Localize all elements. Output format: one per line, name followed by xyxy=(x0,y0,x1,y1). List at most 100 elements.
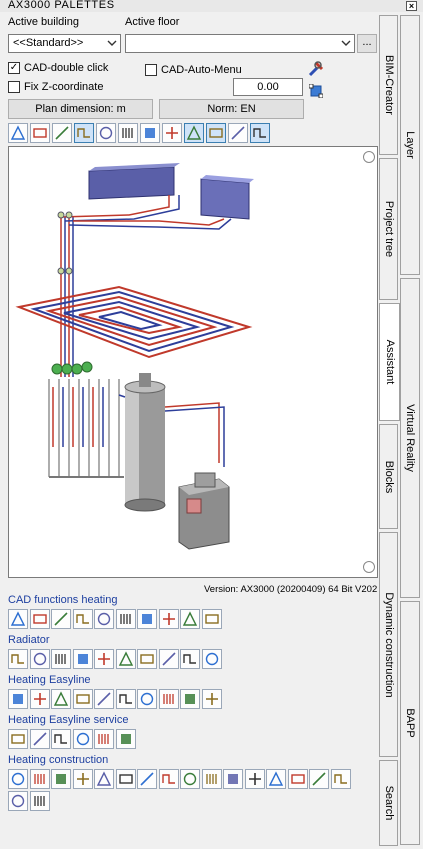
construction-delete-icon[interactable] xyxy=(51,769,71,789)
cut-icon[interactable] xyxy=(158,609,179,629)
tab-project-tree[interactable]: Project tree xyxy=(379,158,398,300)
radiator-v-icon[interactable] xyxy=(29,649,50,669)
frame-icon[interactable] xyxy=(308,83,324,99)
tab-bapp[interactable]: BAPP xyxy=(400,601,420,845)
building-icon[interactable] xyxy=(8,123,28,143)
floor-select[interactable] xyxy=(125,34,355,53)
angle-icon[interactable] xyxy=(115,609,136,629)
easyline-manifold-icon[interactable] xyxy=(158,689,179,709)
easyline-red-dots-icon[interactable] xyxy=(137,689,157,709)
plan-dimension-button[interactable]: Plan dimension: m xyxy=(8,99,153,119)
bend-icon[interactable] xyxy=(72,609,93,629)
tab-blocks[interactable]: Blocks xyxy=(379,424,398,529)
floor-more-button[interactable]: ... xyxy=(357,34,377,53)
service-chart-icon[interactable] xyxy=(94,729,114,749)
construction-table-icon[interactable] xyxy=(223,769,243,789)
connector-icon[interactable] xyxy=(137,609,157,629)
construction-bracket-icon[interactable] xyxy=(72,769,93,789)
cad-auto-menu-checkbox[interactable]: CAD-Auto-Menu xyxy=(145,63,242,77)
fix-z-checkbox[interactable]: Fix Z-coordinate xyxy=(8,80,103,94)
service-manifold-icon[interactable] xyxy=(8,729,28,749)
construction-elbow-icon[interactable] xyxy=(309,769,329,789)
service-square-icon[interactable] xyxy=(51,729,71,749)
close-button[interactable]: × xyxy=(406,1,417,11)
section-title: Heating Easyline xyxy=(8,674,91,686)
construction-circle-icon[interactable] xyxy=(158,769,179,789)
easyline-remove-icon[interactable] xyxy=(180,689,200,709)
easyline-search-icon[interactable] xyxy=(201,689,222,709)
construction-cross-icon[interactable] xyxy=(29,791,50,811)
radiator-panel-icon[interactable] xyxy=(201,649,222,669)
swap-icon[interactable] xyxy=(250,123,270,143)
construction-link-icon[interactable] xyxy=(201,769,222,789)
easyline-delete-icon[interactable] xyxy=(72,689,93,709)
easyline-grid-icon[interactable] xyxy=(51,689,71,709)
service-thermo-icon[interactable] xyxy=(29,729,50,749)
measure-icon[interactable] xyxy=(180,609,200,629)
checkbox-box xyxy=(145,64,157,76)
tab-bim-creator[interactable]: BIM-Creator xyxy=(379,15,398,155)
norm-button[interactable]: Norm: EN xyxy=(159,99,304,119)
scroll-up-icon[interactable] xyxy=(363,151,375,163)
curve-icon[interactable] xyxy=(94,609,114,629)
radiator-edit-icon[interactable] xyxy=(72,649,93,669)
filter-icon[interactable] xyxy=(162,123,182,143)
wall-icon[interactable] xyxy=(118,123,138,143)
construction-pipe-icon[interactable] xyxy=(29,769,50,789)
clock-icon[interactable] xyxy=(184,123,204,143)
easyline-valve-icon[interactable] xyxy=(29,689,50,709)
easyline-circle-icon[interactable] xyxy=(8,689,28,709)
section-title: CAD functions heating xyxy=(8,594,118,606)
zoom-icon[interactable] xyxy=(206,123,226,143)
easyline-red-box-icon[interactable] xyxy=(94,689,114,709)
section-title: Radiator xyxy=(8,634,50,646)
ceiling-heating-icon[interactable] xyxy=(52,123,72,143)
tools-icon[interactable] xyxy=(307,60,325,78)
construction-hook-icon[interactable] xyxy=(94,769,114,789)
pump-icon[interactable] xyxy=(96,123,116,143)
construction-tree-icon[interactable] xyxy=(137,769,157,789)
construction-pipe-red-icon[interactable] xyxy=(287,769,308,789)
service-bar-icon[interactable] xyxy=(72,729,93,749)
section-title: Heating Easyline service xyxy=(8,714,129,726)
scroll-down-icon[interactable] xyxy=(363,561,375,573)
service-table-icon[interactable] xyxy=(115,729,136,749)
construction-valve-icon[interactable] xyxy=(180,769,200,789)
valve-icon[interactable] xyxy=(158,649,179,669)
draw-pipe-icon[interactable] xyxy=(8,609,28,629)
hint-icon[interactable] xyxy=(228,123,248,143)
radiator-vertical-icon[interactable] xyxy=(51,649,71,669)
radiator-left xyxy=(88,163,180,200)
construction-corner-icon[interactable] xyxy=(330,769,351,789)
diagonal-icon[interactable] xyxy=(51,609,71,629)
tab-dynamic-construction[interactable]: Dynamic construction xyxy=(379,532,398,757)
construction-connect-icon[interactable] xyxy=(8,791,28,811)
floor-heating-spiral xyxy=(15,285,253,359)
tab-virtual-reality[interactable]: Virtual Reality xyxy=(400,278,420,598)
z-coordinate-input[interactable]: 0.00 xyxy=(233,78,303,96)
construction-box-icon[interactable] xyxy=(244,769,265,789)
house-icon[interactable] xyxy=(140,123,160,143)
globe-icon[interactable] xyxy=(201,609,222,629)
construction-arrows-icon[interactable] xyxy=(266,769,286,789)
radiator-grid-icon[interactable] xyxy=(115,649,136,669)
tab-search[interactable]: Search xyxy=(379,760,398,846)
floor-icon[interactable] xyxy=(30,123,50,143)
help-icon[interactable] xyxy=(137,649,157,669)
radiator-flat-icon[interactable] xyxy=(180,649,200,669)
construction-coil-icon[interactable] xyxy=(115,769,136,789)
building-value: <<Standard>> xyxy=(13,37,84,49)
easyline-red-grid-icon[interactable] xyxy=(115,689,136,709)
radiator-icon[interactable] xyxy=(74,123,94,143)
chevron-down-icon xyxy=(341,40,351,46)
active-building-label: Active building xyxy=(8,16,79,28)
tab-label: BAPP xyxy=(404,708,416,738)
tab-layer[interactable]: Layer xyxy=(400,15,420,275)
cad-double-click-checkbox[interactable]: ✓ CAD-double click xyxy=(8,61,108,75)
tab-assistant[interactable]: Assistant xyxy=(379,303,400,421)
building-select[interactable]: <<Standard>> xyxy=(8,34,121,53)
construction-add-icon[interactable] xyxy=(8,769,28,789)
circle-icon[interactable] xyxy=(8,649,28,669)
line-icon[interactable] xyxy=(29,609,50,629)
radiator-stack-icon[interactable] xyxy=(94,649,114,669)
